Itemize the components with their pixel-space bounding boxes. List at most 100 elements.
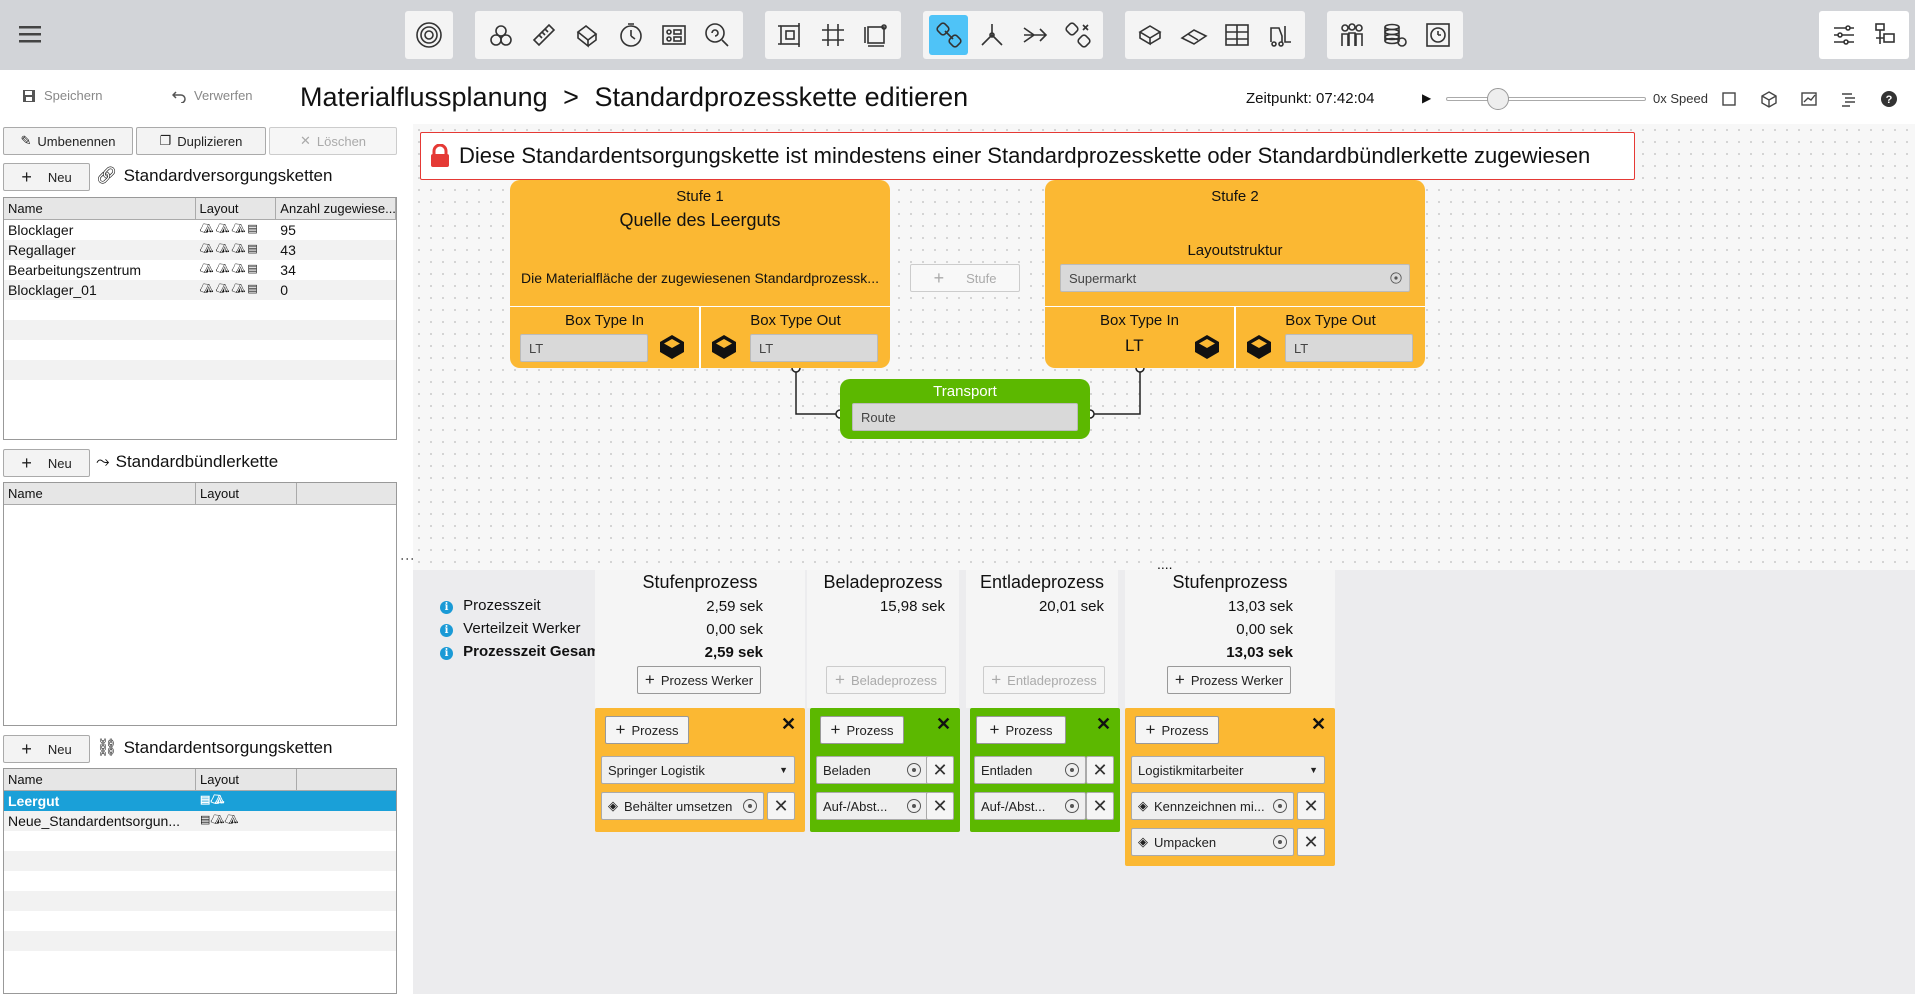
info-icon[interactable]: i xyxy=(440,647,453,660)
remove-step-button[interactable]: ✕ xyxy=(1297,792,1325,820)
box-type-icon[interactable] xyxy=(1192,332,1222,362)
table-row[interactable]: Blocklager ⛺︎⛺︎⛺︎▤ 95 xyxy=(4,220,396,240)
table-row[interactable]: Leergut ▤⛺︎ xyxy=(4,791,396,811)
save-button[interactable]: Speichern xyxy=(22,88,103,103)
column-header[interactable]: Layout xyxy=(196,198,277,219)
box-type-icon[interactable] xyxy=(1244,332,1274,362)
info-icon[interactable]: i xyxy=(440,624,453,637)
cube-icon[interactable] xyxy=(1760,90,1778,108)
add-process-button[interactable]: + Prozess xyxy=(820,716,904,744)
remove-step-button[interactable]: ✕ xyxy=(1297,828,1325,856)
column-header[interactable]: Name xyxy=(4,769,196,790)
company-select[interactable]: Springer Logistik ▼ xyxy=(601,756,795,784)
box-type-icon[interactable] xyxy=(657,332,687,362)
stage-2-card[interactable]: Stufe 2 Layoutstruktur Supermarkt Box Ty… xyxy=(1045,180,1425,368)
stage-name[interactable]: Quelle des Leerguts xyxy=(510,210,890,231)
spiral-icon[interactable] xyxy=(411,15,447,55)
close-panel-icon[interactable]: ✕ xyxy=(781,714,796,735)
box-type-icon[interactable] xyxy=(709,332,739,362)
transport-route-select[interactable]: Route xyxy=(852,403,1078,431)
rack-icon[interactable] xyxy=(1217,15,1256,55)
process-step-field[interactable]: ◈ Behälter umsetzen xyxy=(601,792,764,820)
process-step-field[interactable]: Auf-/Abst... xyxy=(816,792,928,820)
process-step-field[interactable]: Entladen xyxy=(974,756,1086,784)
add-process-button[interactable]: + Prozess xyxy=(976,716,1066,744)
frame-icon[interactable] xyxy=(771,15,810,55)
column-header[interactable]: Layout xyxy=(196,483,297,504)
breadcrumb-root[interactable]: Materialflussplanung xyxy=(300,82,548,112)
search-cycle-icon[interactable] xyxy=(698,15,737,55)
settings-sliders-icon[interactable] xyxy=(1825,15,1862,55)
stage-1-card[interactable]: Stufe 1 Quelle des Leerguts Die Material… xyxy=(510,180,890,368)
conveyor-icon[interactable] xyxy=(1174,15,1213,55)
layout-structure-select[interactable]: Supermarkt xyxy=(1060,264,1410,292)
chain-link-icon[interactable] xyxy=(929,15,968,55)
table-row[interactable]: Bearbeitungszentrum ⛺︎⛺︎⛺︎▤ 34 xyxy=(4,260,396,280)
grid-panel-icon[interactable] xyxy=(654,15,693,55)
target-icon[interactable] xyxy=(743,799,757,813)
add-unloading-process-button[interactable]: + Entladeprozess xyxy=(983,666,1105,694)
transport-card[interactable]: Transport Route xyxy=(840,379,1090,439)
fork-icon[interactable] xyxy=(972,15,1011,55)
process-step-field[interactable]: ◈ Kennzeichnen mi... xyxy=(1131,792,1294,820)
box-tilt-icon[interactable] xyxy=(568,15,607,55)
new-disposal-button[interactable]: + Neu xyxy=(3,735,90,763)
discard-button[interactable]: Verwerfen xyxy=(172,88,253,103)
frame-dim-icon[interactable] xyxy=(856,15,895,55)
new-supply-button[interactable]: + Neu xyxy=(3,163,90,191)
box-type-out-select[interactable]: LT xyxy=(750,334,878,362)
add-process-worker-button[interactable]: + Prozess Werker xyxy=(637,666,761,694)
chart-icon[interactable] xyxy=(1800,90,1818,108)
remove-step-button[interactable]: ✕ xyxy=(1086,792,1114,820)
close-panel-icon[interactable]: ✕ xyxy=(936,714,951,735)
coins-icon[interactable] xyxy=(1376,15,1415,55)
parts-icon[interactable] xyxy=(481,15,520,55)
target-icon[interactable] xyxy=(907,763,921,777)
play-icon[interactable]: ▶ xyxy=(1422,91,1431,105)
ruler-icon[interactable] xyxy=(524,15,563,55)
duplicate-button[interactable]: ❐ Duplizieren xyxy=(136,127,266,155)
workers-icon[interactable] xyxy=(1333,15,1372,55)
box-type-in-select[interactable]: LT xyxy=(520,334,648,362)
target-icon[interactable] xyxy=(907,799,921,813)
forklift-icon[interactable] xyxy=(1260,15,1299,55)
worker-select[interactable]: Logistikmitarbeiter ▼ xyxy=(1131,756,1325,784)
new-bundler-button[interactable]: + Neu xyxy=(3,449,90,477)
stopwatch-icon[interactable] xyxy=(611,15,650,55)
hamburger-menu-icon[interactable] xyxy=(14,20,48,50)
clock-frame-icon[interactable] xyxy=(1418,15,1457,55)
target-icon[interactable] xyxy=(1065,799,1079,813)
process-step-field[interactable]: Beladen xyxy=(816,756,928,784)
frame-select-icon[interactable] xyxy=(1720,90,1738,108)
column-header[interactable]: Name xyxy=(4,198,196,219)
remove-step-button[interactable]: ✕ xyxy=(926,756,954,784)
info-icon[interactable]: i xyxy=(440,601,453,614)
process-step-field[interactable]: ◈ Umpacken xyxy=(1131,828,1294,856)
close-panel-icon[interactable]: ✕ xyxy=(1311,714,1326,735)
target-icon[interactable] xyxy=(1065,763,1079,777)
chain-remove-icon[interactable] xyxy=(1058,15,1097,55)
speed-slider-handle[interactable] xyxy=(1487,88,1509,110)
target-icon[interactable] xyxy=(1273,835,1287,849)
add-process-worker-button[interactable]: + Prozess Werker xyxy=(1167,666,1291,694)
speed-slider[interactable] xyxy=(1446,97,1646,101)
add-stage-button[interactable]: + Stufe xyxy=(910,264,1020,292)
add-process-button[interactable]: + Prozess xyxy=(605,716,689,744)
remove-step-button[interactable]: ✕ xyxy=(926,792,954,820)
delete-button[interactable]: ✕ Löschen xyxy=(269,127,397,155)
grid-icon[interactable] xyxy=(814,15,853,55)
list-icon[interactable] xyxy=(1840,90,1858,108)
target-icon[interactable] xyxy=(1273,799,1287,813)
help-icon[interactable]: ? xyxy=(1880,90,1898,108)
remove-step-button[interactable]: ✕ xyxy=(767,792,795,820)
table-row[interactable]: Blocklager_01 ⛺︎⛺︎⛺︎▤ 0 xyxy=(4,280,396,300)
rename-button[interactable]: ✎ Umbenennen xyxy=(3,127,133,155)
box-type-out-select[interactable]: LT xyxy=(1285,334,1413,362)
merge-arrow-icon[interactable] xyxy=(1015,15,1054,55)
table-row[interactable]: Regallager ⛺︎⛺︎⛺︎▤ 43 xyxy=(4,240,396,260)
add-loading-process-button[interactable]: + Beladeprozess xyxy=(826,666,946,694)
target-icon[interactable] xyxy=(1390,272,1402,284)
remove-step-button[interactable]: ✕ xyxy=(1086,756,1114,784)
add-process-button[interactable]: + Prozess xyxy=(1135,716,1219,744)
column-header[interactable]: Anzahl zugewiese... xyxy=(276,198,396,219)
